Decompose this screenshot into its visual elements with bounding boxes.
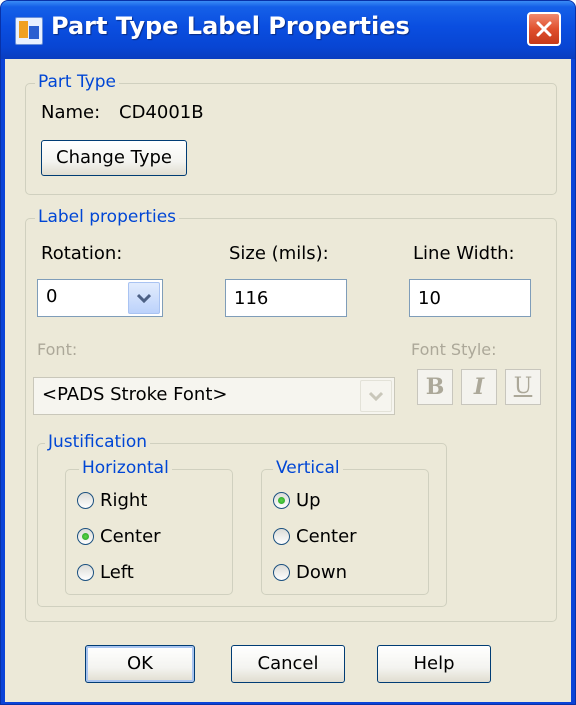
rotation-label: Rotation:	[41, 243, 123, 264]
part-name-label: Name:	[41, 102, 101, 123]
bold-button: B	[417, 369, 453, 405]
font-style-label: Font Style:	[411, 340, 497, 359]
radio-circle	[77, 564, 94, 581]
h-right-radio[interactable]: Right	[77, 490, 147, 511]
radio-circle-selected	[77, 528, 94, 545]
v-up-radio[interactable]: Up	[273, 490, 321, 511]
font-dropdown-button	[360, 380, 392, 412]
radio-label: Center	[296, 526, 357, 547]
line-width-label: Line Width:	[413, 243, 515, 264]
font-label: Font:	[37, 340, 78, 359]
h-left-radio[interactable]: Left	[77, 562, 134, 583]
radio-label: Left	[100, 562, 134, 583]
change-type-button[interactable]: Change Type	[41, 140, 187, 176]
title-bar[interactable]: Part Type Label Properties	[1, 1, 575, 59]
h-center-radio[interactable]: Center	[77, 526, 161, 547]
radio-label: Up	[296, 490, 321, 511]
line-width-input[interactable]	[409, 279, 531, 317]
ok-button[interactable]: OK	[85, 645, 195, 683]
close-icon	[536, 21, 552, 37]
help-button[interactable]: Help	[377, 645, 491, 683]
size-input[interactable]	[225, 279, 347, 317]
horizontal-legend: Horizontal	[79, 458, 172, 478]
radio-circle	[77, 492, 94, 509]
justification-legend: Justification	[45, 432, 151, 452]
app-icon	[15, 17, 43, 45]
close-button[interactable]	[527, 12, 561, 46]
vertical-legend: Vertical	[273, 458, 343, 478]
font-combo: <PADS Stroke Font>	[33, 377, 395, 415]
part-name-value: CD4001B	[119, 102, 204, 123]
cancel-button[interactable]: Cancel	[231, 645, 345, 683]
part-type-group	[25, 83, 557, 195]
rotation-value: 0	[46, 286, 58, 307]
rotation-dropdown-button[interactable]	[128, 282, 160, 314]
v-center-radio[interactable]: Center	[273, 526, 357, 547]
chevron-down-icon	[137, 293, 151, 303]
radio-label: Down	[296, 562, 348, 583]
size-label: Size (mils):	[229, 243, 329, 264]
radio-circle	[273, 528, 290, 545]
dialog-client: Part Type Name: CD4001B Change Type Labe…	[5, 59, 571, 702]
radio-circle	[273, 564, 290, 581]
dialog-window: Part Type Label Properties Part Type Nam…	[0, 0, 576, 705]
part-type-legend: Part Type	[35, 72, 120, 92]
radio-circle-selected	[273, 492, 290, 509]
label-properties-legend: Label properties	[35, 207, 180, 227]
underline-button: U	[505, 369, 541, 405]
chevron-down-icon	[369, 391, 383, 401]
font-value: <PADS Stroke Font>	[42, 384, 228, 405]
window-title: Part Type Label Properties	[51, 12, 410, 40]
radio-label: Center	[100, 526, 161, 547]
italic-button: I	[461, 369, 497, 405]
radio-label: Right	[100, 490, 148, 511]
rotation-combo[interactable]: 0	[37, 279, 163, 317]
v-down-radio[interactable]: Down	[273, 562, 347, 583]
